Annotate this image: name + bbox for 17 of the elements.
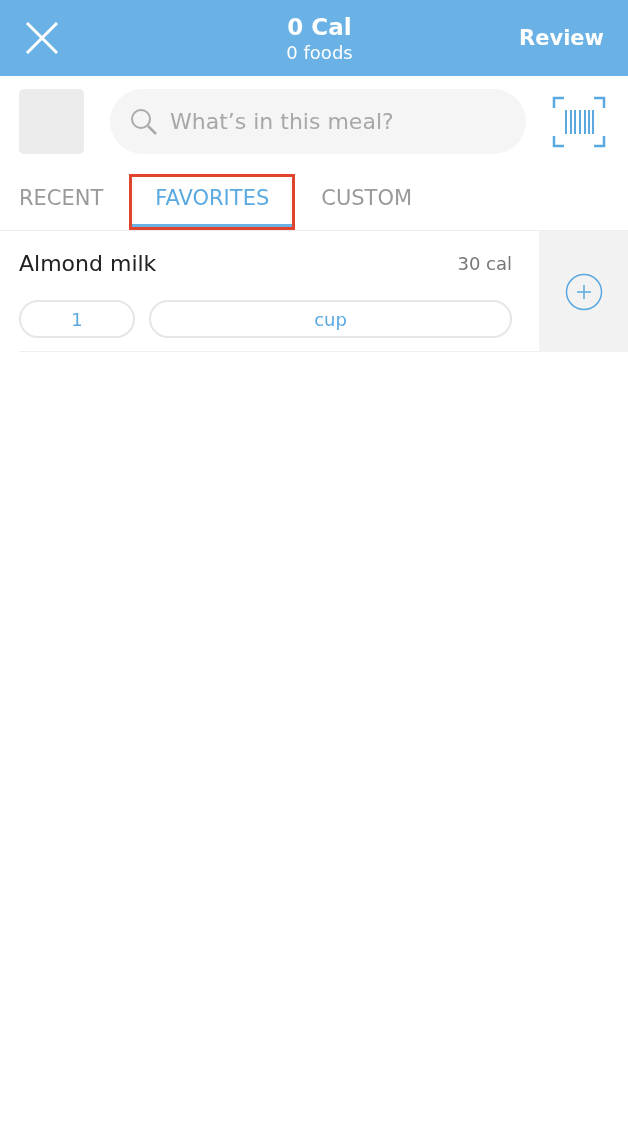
food-calories: 30 cal — [457, 253, 512, 274]
plus-icon — [564, 272, 603, 311]
add-food-button[interactable] — [539, 231, 628, 352]
calorie-total: 0 Cal — [287, 13, 352, 40]
unit-selector[interactable]: cup — [149, 300, 512, 338]
barcode-scan-icon[interactable] — [552, 95, 606, 148]
food-name: Almond milk — [19, 251, 157, 276]
tab[interactable]: CUSTOM — [321, 174, 413, 230]
search-icon — [130, 107, 158, 136]
search-field[interactable]: What’s in this meal? — [110, 89, 526, 154]
quantity-selector[interactable]: 1 — [19, 300, 135, 338]
tab[interactable]: RECENT — [19, 174, 104, 230]
review-button[interactable]: Review — [519, 26, 604, 50]
tab[interactable]: FAVORITES — [129, 174, 296, 230]
close-icon[interactable] — [24, 20, 60, 56]
food-count: 0 foods — [286, 41, 353, 63]
search-input[interactable]: What’s in this meal? — [168, 108, 526, 135]
